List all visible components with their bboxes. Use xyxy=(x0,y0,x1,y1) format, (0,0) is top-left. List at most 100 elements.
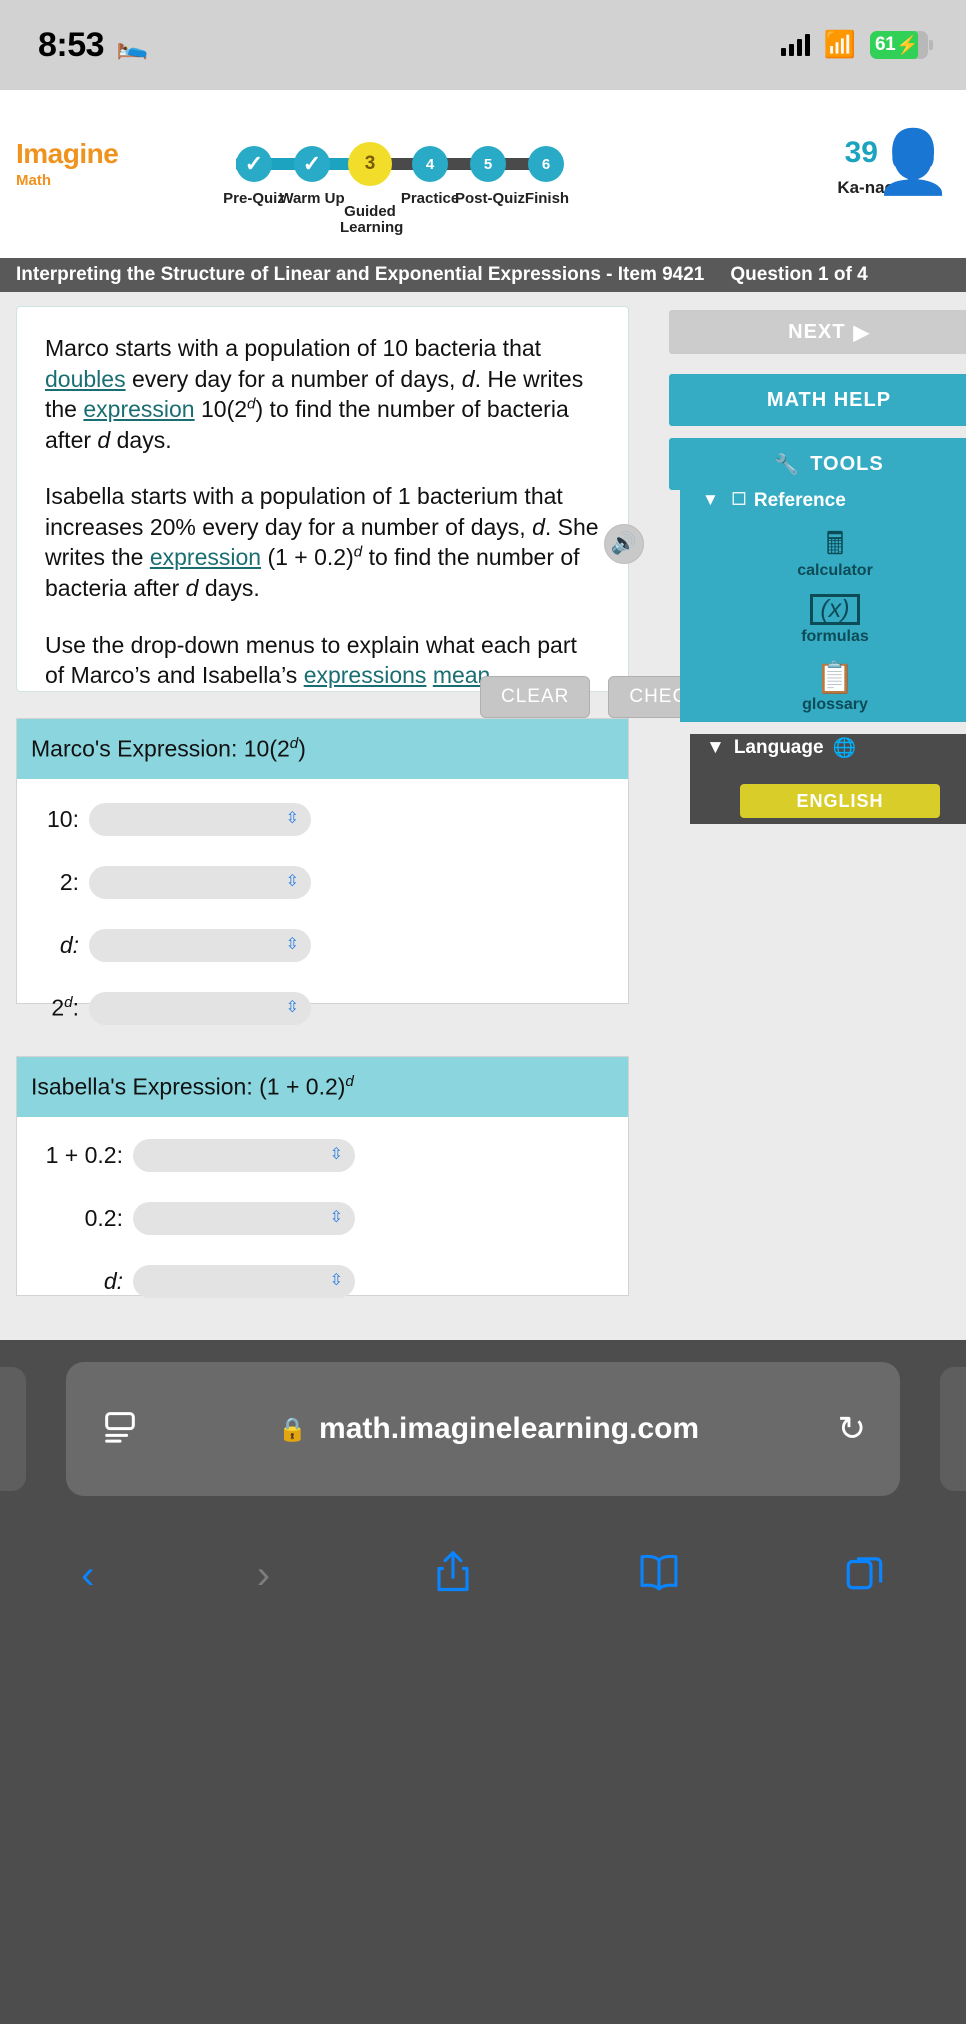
clock: 8:53 xyxy=(38,25,105,64)
isabella-dropdown-1plus02[interactable]: ⇳ xyxy=(133,1138,355,1172)
page-settings-icon[interactable] xyxy=(100,1407,140,1452)
previous-tab-peek[interactable] xyxy=(0,1367,26,1491)
forward-chevron-icon[interactable]: › xyxy=(257,1555,270,1595)
share-icon[interactable] xyxy=(432,1549,474,1602)
glossary-link-expression-2[interactable]: expression xyxy=(150,544,261,570)
marco-heading-tail: ) xyxy=(298,735,306,762)
step-number: 3 xyxy=(364,153,376,174)
next-button[interactable]: NEXT ▶ xyxy=(669,310,966,354)
progress-label-guided-learning: Guided Learning xyxy=(340,203,404,236)
q2-exponent-d: d xyxy=(353,543,363,561)
formulas-caption: formulas xyxy=(801,628,869,645)
cellular-signal-icon xyxy=(780,34,810,56)
q2-text-c: (1 + 0.2) xyxy=(261,544,354,571)
question-counter: Question 1 of 4 xyxy=(730,264,868,285)
language-english-button[interactable]: ENGLISH xyxy=(740,784,940,818)
isabella-card-heading: Isabella's Expression: (1 + 0.2)d xyxy=(17,1057,628,1117)
reference-label: Reference xyxy=(753,490,846,511)
isabella-dropdown-d[interactable]: ⇳ xyxy=(133,1264,355,1298)
marco-row-10-label: 10: xyxy=(47,805,79,832)
marco-dropdown-2[interactable]: ⇳ xyxy=(89,865,311,899)
chevron-down-icon[interactable]: ▼ xyxy=(706,737,725,759)
marco-row-d: d: ⇳ xyxy=(17,928,628,962)
reference-item-calculator[interactable]: 🖩 calculator xyxy=(680,528,966,580)
logo-line-2: Math xyxy=(16,172,51,189)
step-number: 4 xyxy=(425,155,435,173)
points-count: 39 xyxy=(844,136,878,169)
safari-toolbar: ‹ › xyxy=(0,1520,966,1630)
user-menu[interactable]: 39 Ka-nae ▼ 👤 xyxy=(810,130,952,240)
progress-step-practice[interactable]: 4 xyxy=(412,146,448,182)
q1-var-d2: d xyxy=(97,426,111,453)
bolt-icon: ⚡ xyxy=(896,34,919,55)
reference-item-glossary[interactable]: 📋 glossary xyxy=(680,662,966,714)
url-display: 🔒 math.imaginelearning.com xyxy=(278,1412,699,1446)
tools-label: TOOLS xyxy=(810,452,884,475)
imagine-math-logo[interactable]: Imagine Math xyxy=(16,138,119,189)
check-icon: ✓ xyxy=(302,151,322,176)
language-tab[interactable]: ▼ Language 🌐 xyxy=(706,736,856,760)
calculator-icon: 🖩 xyxy=(825,526,845,561)
ios-status-bar: 8:53 🛌 📶 61 ⚡ xyxy=(0,0,966,90)
clear-button[interactable]: CLEAR xyxy=(480,676,591,718)
q1-var-d1: d xyxy=(461,365,475,392)
progress-step-finish[interactable]: 6 xyxy=(528,146,564,182)
isabella-row-02-label: 0.2: xyxy=(84,1204,123,1231)
url-text: math.imaginelearning.com xyxy=(319,1412,700,1445)
glossary-link-doubles[interactable]: doubles xyxy=(45,366,126,392)
progress-step-pre-quiz[interactable]: ✓ xyxy=(236,146,272,182)
isabella-dropdown-02[interactable]: ⇳ xyxy=(133,1201,355,1235)
battery-level: 61 xyxy=(875,34,896,55)
isabella-expression-card: Isabella's Expression: (1 + 0.2)d 1 + 0.… xyxy=(16,1056,629,1298)
glossary-link-expressions[interactable]: expressions xyxy=(304,662,427,688)
select-arrows-icon: ⇳ xyxy=(285,936,299,954)
question-paragraph-2: Isabella starts with a population of 1 b… xyxy=(45,481,600,603)
q2-text-a: Isabella starts with a population of 1 b… xyxy=(45,483,563,540)
marco-row-2d-base: 2 xyxy=(51,994,65,1021)
progress-step-warm-up[interactable]: ✓ xyxy=(294,146,330,182)
screen: 8:53 🛌 📶 61 ⚡ Imagine Math ✓ ✓ 3 4 5 6 P… xyxy=(0,0,966,2024)
progress-step-post-quiz[interactable]: 5 xyxy=(470,146,506,182)
marco-row-2d: 2d: ⇳ xyxy=(17,991,628,1025)
marco-row-d-label: d: xyxy=(59,931,79,958)
reload-icon[interactable]: ↻ xyxy=(837,1409,866,1449)
calculator-caption: calculator xyxy=(797,562,873,579)
item-title: Interpreting the Structure of Linear and… xyxy=(16,264,705,285)
select-arrows-icon: ⇳ xyxy=(329,1272,343,1290)
back-chevron-icon[interactable]: ‹ xyxy=(81,1555,94,1595)
globe-icon: 🌐 xyxy=(832,738,857,759)
progress-step-guided-learning[interactable]: 3 xyxy=(348,142,392,186)
speaker-icon[interactable]: 🔊 xyxy=(604,524,644,564)
step-number: 5 xyxy=(483,155,493,173)
reference-item-formulas[interactable]: (x) formulas xyxy=(680,594,966,646)
tools-button[interactable]: 🔧 TOOLS xyxy=(669,438,966,490)
status-right: 📶 61 ⚡ xyxy=(780,31,933,59)
select-arrows-icon: ⇳ xyxy=(285,810,299,828)
marco-heading-exponent: d xyxy=(289,735,299,752)
play-triangle-icon: ▶ xyxy=(853,321,870,344)
marco-dropdown-d[interactable]: ⇳ xyxy=(89,928,311,962)
select-arrows-icon: ⇳ xyxy=(329,1209,343,1227)
chevron-down-icon[interactable]: ▼ xyxy=(702,490,719,510)
tabs-icon[interactable] xyxy=(843,1551,885,1600)
marco-dropdown-2d[interactable]: ⇳ xyxy=(89,991,311,1025)
isabella-row-02: 0.2: ⇳ xyxy=(17,1201,628,1235)
status-left: 8:53 🛌 xyxy=(38,26,148,65)
marco-row-10: 10: ⇳ xyxy=(17,802,628,836)
glossary-link-expression-1[interactable]: expression xyxy=(83,396,194,422)
next-tab-peek[interactable] xyxy=(940,1367,966,1491)
reference-panel: 🗆 Reference ▼ 🖩 calculator (x) formulas … xyxy=(680,484,966,722)
address-bar[interactable]: 🔒 math.imaginelearning.com ↻ xyxy=(66,1362,900,1496)
glossary-caption: glossary xyxy=(802,696,868,713)
reference-tab[interactable]: 🗆 Reference xyxy=(696,484,966,518)
book-icon[interactable] xyxy=(637,1551,681,1600)
avatar-icon[interactable]: 👤 xyxy=(875,132,952,194)
lock-icon: 🔒 xyxy=(278,1415,308,1442)
math-help-button[interactable]: MATH HELP xyxy=(669,374,966,426)
marco-dropdown-10[interactable]: ⇳ xyxy=(89,802,311,836)
q2-var-d1: d xyxy=(532,513,545,540)
q1-text-d: 10(2 xyxy=(194,396,248,423)
q1-text-a: Marco starts with a population of 10 bac… xyxy=(45,335,542,361)
question-card: Marco starts with a population of 10 bac… xyxy=(16,306,629,692)
marco-row-2d-exponent: d xyxy=(64,994,73,1012)
